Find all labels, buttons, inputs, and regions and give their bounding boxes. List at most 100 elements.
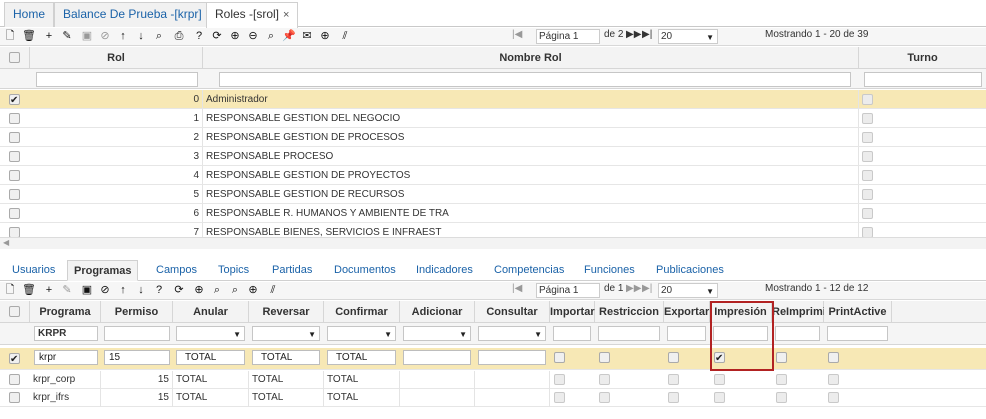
printactive-checkbox[interactable] — [828, 352, 839, 363]
refresh-icon[interactable]: ⟳ — [172, 283, 186, 297]
restriccion-checkbox[interactable] — [599, 374, 610, 385]
tab-roles[interactable]: Roles -[srol] × — [206, 2, 299, 28]
tab-partidas[interactable]: Partidas — [266, 260, 318, 281]
select-all-header[interactable] — [0, 47, 30, 69]
filter-icon[interactable]: ⌕ — [264, 29, 278, 43]
select-all-checkbox[interactable] — [9, 306, 20, 317]
turno-checkbox[interactable] — [862, 94, 873, 105]
programa-header[interactable]: Programa — [30, 301, 101, 323]
tab-campos[interactable]: Campos — [150, 260, 203, 281]
row-checkbox[interactable] — [9, 374, 20, 385]
cancel-icon[interactable]: ⊘ — [98, 283, 112, 297]
select-all-checkbox[interactable] — [9, 52, 20, 63]
anular-edit-select[interactable]: TOTAL — [176, 350, 245, 365]
table-row-editing[interactable]: krpr 15 TOTAL TOTAL TOTAL — [0, 348, 986, 370]
mail-icon[interactable]: ✉ — [300, 29, 314, 43]
resize-icon[interactable]: ⫽ — [266, 283, 280, 297]
refresh-icon[interactable]: ⟳ — [210, 29, 224, 43]
pin-icon[interactable]: 📌 — [282, 29, 296, 43]
exportar-checkbox[interactable] — [668, 352, 679, 363]
tab-home[interactable]: Home — [4, 2, 55, 27]
table-row[interactable]: 1 RESPONSABLE GESTION DEL NEGOCIO — [0, 109, 986, 128]
tab-indicadores[interactable]: Indicadores — [410, 260, 479, 281]
new-record-icon[interactable]: 🗋 — [3, 283, 17, 297]
tab-programas[interactable]: Programas — [67, 260, 139, 281]
add-circle-icon[interactable]: ⊕ — [318, 29, 332, 43]
help-icon[interactable]: ? — [192, 29, 206, 43]
table-row[interactable]: 5 RESPONSABLE GESTION DE RECURSOS — [0, 185, 986, 204]
nombre-rol-filter-input[interactable] — [219, 72, 851, 87]
new-record-icon[interactable]: 🗋 — [3, 29, 17, 43]
exportar-checkbox[interactable] — [668, 392, 679, 403]
table-row[interactable]: 3 RESPONSABLE PROCESO — [0, 147, 986, 166]
delete-icon[interactable]: 🗑 — [22, 29, 36, 43]
permiso-filter-input[interactable] — [104, 326, 170, 341]
page-size-select[interactable]: 20 — [658, 283, 718, 298]
programa-edit-input[interactable]: krpr — [34, 350, 98, 365]
tab-topics[interactable]: Topics — [212, 260, 255, 281]
row-checkbox[interactable] — [9, 151, 20, 162]
row-checkbox[interactable] — [9, 113, 20, 124]
zoom-in-icon[interactable]: ⊕ — [192, 283, 206, 297]
table-row[interactable]: 4 RESPONSABLE GESTION DE PROYECTOS — [0, 166, 986, 185]
permiso-header[interactable]: Permiso — [101, 301, 173, 323]
adicionar-edit-select[interactable] — [403, 350, 471, 365]
select-all-header[interactable] — [0, 301, 30, 323]
add-icon[interactable]: + — [42, 29, 56, 43]
horizontal-scrollbar[interactable]: ◀ — [0, 237, 986, 249]
edit-icon[interactable]: ✎ — [60, 283, 74, 297]
first-page-icon[interactable]: |◀ — [512, 283, 522, 294]
table-row[interactable]: 0Administrador — [0, 90, 986, 110]
delete-icon[interactable]: 🗑 — [22, 283, 36, 297]
first-page-icon[interactable]: |◀ — [512, 29, 522, 40]
importar-checkbox[interactable] — [554, 352, 565, 363]
page-input[interactable]: Página 1 — [536, 283, 600, 298]
next-page-icon[interactable]: ▶▶ — [626, 29, 641, 40]
page-size-select[interactable]: 20 — [658, 29, 718, 44]
impresion-checkbox[interactable] — [714, 392, 725, 403]
rol-filter-input[interactable] — [36, 72, 198, 87]
zoom-in-icon[interactable]: ⊕ — [228, 29, 242, 43]
row-checkbox[interactable] — [9, 189, 20, 200]
tab-publicaciones[interactable]: Publicaciones — [650, 260, 730, 281]
reimprimir-checkbox[interactable] — [776, 374, 787, 385]
reimprimir-checkbox[interactable] — [776, 392, 787, 403]
importar-header[interactable]: Importar — [550, 301, 595, 323]
download-icon[interactable]: ↓ — [134, 283, 148, 297]
restriccion-filter-input[interactable] — [598, 326, 660, 341]
edit-icon[interactable]: ✎ — [60, 29, 74, 43]
tab-usuarios[interactable]: Usuarios — [6, 260, 61, 281]
scroll-left-icon[interactable]: ◀ — [3, 238, 9, 247]
last-page-icon[interactable]: ▶| — [642, 29, 652, 40]
rol-header[interactable]: Rol — [30, 47, 203, 69]
reversar-edit-select[interactable]: TOTAL — [252, 350, 320, 365]
printactive-checkbox[interactable] — [828, 374, 839, 385]
row-checkbox[interactable] — [9, 350, 20, 369]
print-icon[interactable]: ⎙ — [172, 29, 186, 43]
consultar-header[interactable]: Consultar — [475, 301, 550, 323]
next-page-icon[interactable]: ▶▶ — [626, 283, 641, 294]
page-input[interactable]: Página 1 — [536, 29, 600, 44]
printactive-checkbox[interactable] — [828, 392, 839, 403]
add-circle-icon[interactable]: ⊕ — [246, 283, 260, 297]
row-checkbox[interactable] — [9, 91, 20, 110]
turno-checkbox[interactable] — [862, 170, 873, 181]
importar-filter-input[interactable] — [553, 326, 591, 341]
last-page-icon[interactable]: ▶| — [642, 283, 652, 294]
save-icon[interactable]: ▣ — [80, 283, 94, 297]
reimprimir-filter-input[interactable] — [775, 326, 820, 341]
consultar-filter-select[interactable] — [478, 326, 546, 341]
tab-funciones[interactable]: Funciones — [578, 260, 641, 281]
confirmar-filter-select[interactable] — [327, 326, 396, 341]
row-checkbox[interactable] — [9, 170, 20, 181]
anular-filter-select[interactable] — [176, 326, 245, 341]
search-icon[interactable]: ⌕ — [152, 29, 166, 43]
adicionar-filter-select[interactable] — [403, 326, 471, 341]
printactive-filter-input[interactable] — [827, 326, 888, 341]
turno-checkbox[interactable] — [862, 189, 873, 200]
exportar-checkbox[interactable] — [668, 374, 679, 385]
table-row[interactable]: 6 RESPONSABLE R. HUMANOS Y AMBIENTE DE TR… — [0, 204, 986, 223]
table-row[interactable]: 2 RESPONSABLE GESTION DE PROCESOS — [0, 128, 986, 147]
adicionar-header[interactable]: Adicionar — [400, 301, 475, 323]
exportar-header[interactable]: Exportar — [664, 301, 710, 323]
